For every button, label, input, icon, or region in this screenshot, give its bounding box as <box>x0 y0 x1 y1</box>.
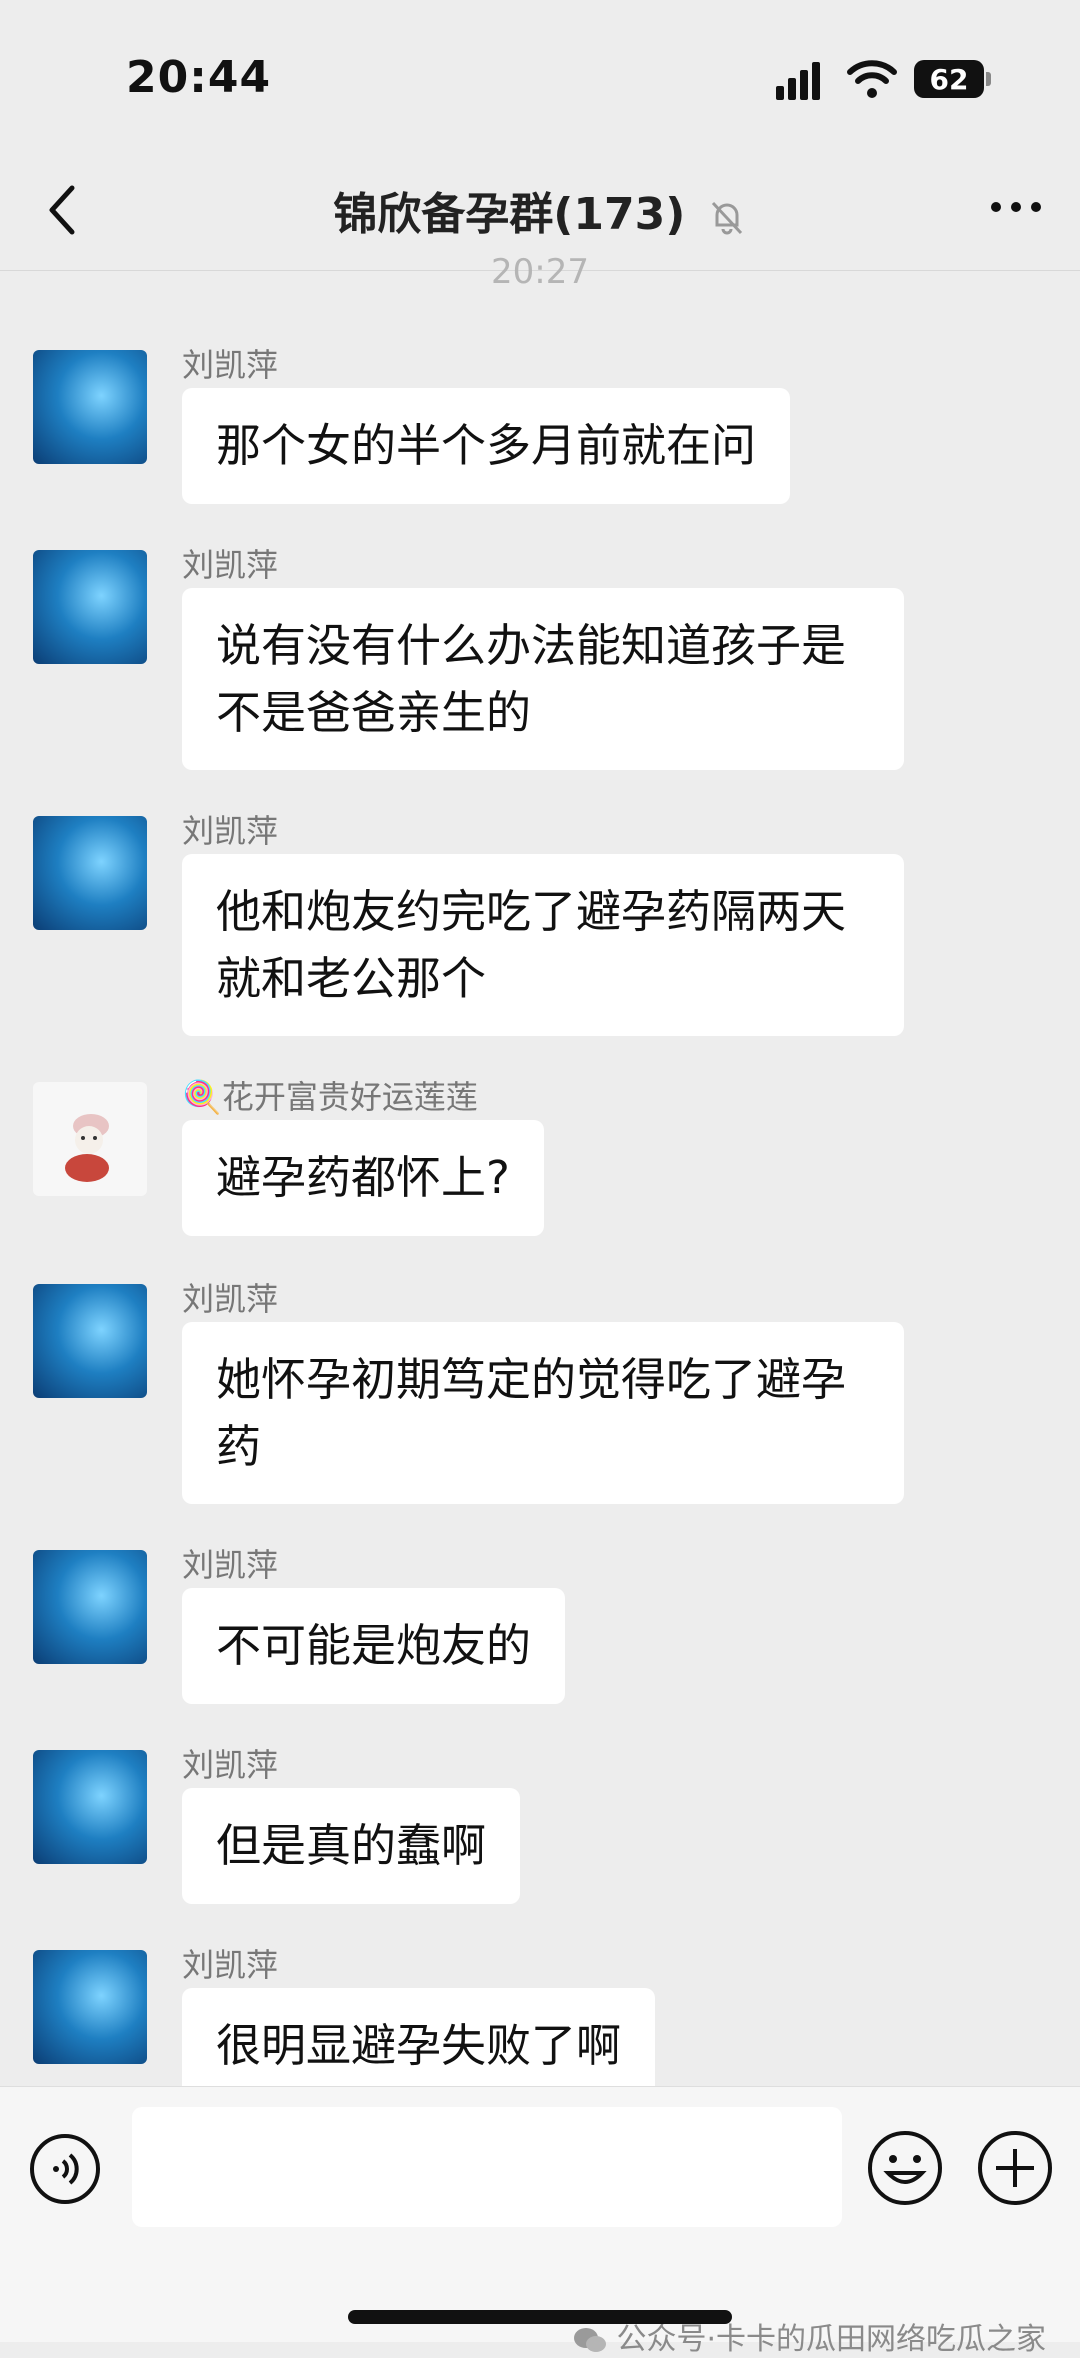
home-indicator[interactable] <box>348 2310 732 2324</box>
avatar[interactable] <box>33 1082 147 1196</box>
message-bubble[interactable]: 不可能是炮友的 <box>182 1588 566 1704</box>
avatar[interactable] <box>33 1950 147 2064</box>
cartoon-avatar-icon <box>65 1114 109 1182</box>
input-bar <box>0 2086 1080 2342</box>
sender-name: 🍭花开富贵好运莲莲 <box>182 1078 478 1116</box>
chat-title-row: 锦欣备孕群(173) <box>0 178 1080 242</box>
message-bubble[interactable]: 避孕药都怀上? <box>182 1120 544 1236</box>
sender-name: 刘凯萍 <box>182 1280 279 1318</box>
plus-icon[interactable] <box>976 2129 1054 2207</box>
message-bubble[interactable]: 说有没有什么办法能知道孩子是不是爸爸亲生的 <box>182 588 904 770</box>
emoji-icon[interactable] <box>866 2129 944 2207</box>
avatar[interactable] <box>33 1750 147 1864</box>
message-timestamp: 20:27 <box>491 252 589 292</box>
message-bubble[interactable]: 那个女的半个多月前就在问 <box>182 388 791 504</box>
avatar[interactable] <box>33 1550 147 1664</box>
avatar[interactable] <box>33 350 147 464</box>
sender-name: 刘凯萍 <box>182 346 279 384</box>
sender-name: 刘凯萍 <box>182 1546 279 1584</box>
message-input[interactable] <box>132 2107 842 2227</box>
battery-level: 62 <box>929 62 969 96</box>
wifi-icon <box>847 60 897 98</box>
battery-cap <box>986 72 991 86</box>
cellular-signal-icon <box>776 60 828 100</box>
message-bubble[interactable]: 但是真的蠢啊 <box>182 1788 521 1904</box>
mute-bell-icon <box>711 201 742 235</box>
avatar[interactable] <box>33 816 147 930</box>
watermark-text: 公众号·卡卡的瓜田网络吃瓜之家 <box>616 2322 1046 2357</box>
status-bar: 20:44 62 <box>0 0 1080 150</box>
avatar[interactable] <box>33 550 147 664</box>
voice-input-icon[interactable] <box>28 2132 102 2206</box>
message-bubble[interactable]: 她怀孕初期笃定的觉得吃了避孕药 <box>182 1322 904 1504</box>
sender-name: 刘凯萍 <box>182 546 279 584</box>
more-options-icon[interactable] <box>988 192 1044 222</box>
battery-icon: 62 <box>914 60 984 98</box>
chat-title: 锦欣备孕群(173) <box>333 189 686 240</box>
message-bubble[interactable]: 他和炮友约完吃了避孕药隔两天就和老公那个 <box>182 854 904 1036</box>
sender-name: 刘凯萍 <box>182 812 279 850</box>
avatar[interactable] <box>33 1284 147 1398</box>
sender-name: 刘凯萍 <box>182 1946 279 1984</box>
status-time: 20:44 <box>126 52 272 103</box>
sender-name: 刘凯萍 <box>182 1746 279 1784</box>
